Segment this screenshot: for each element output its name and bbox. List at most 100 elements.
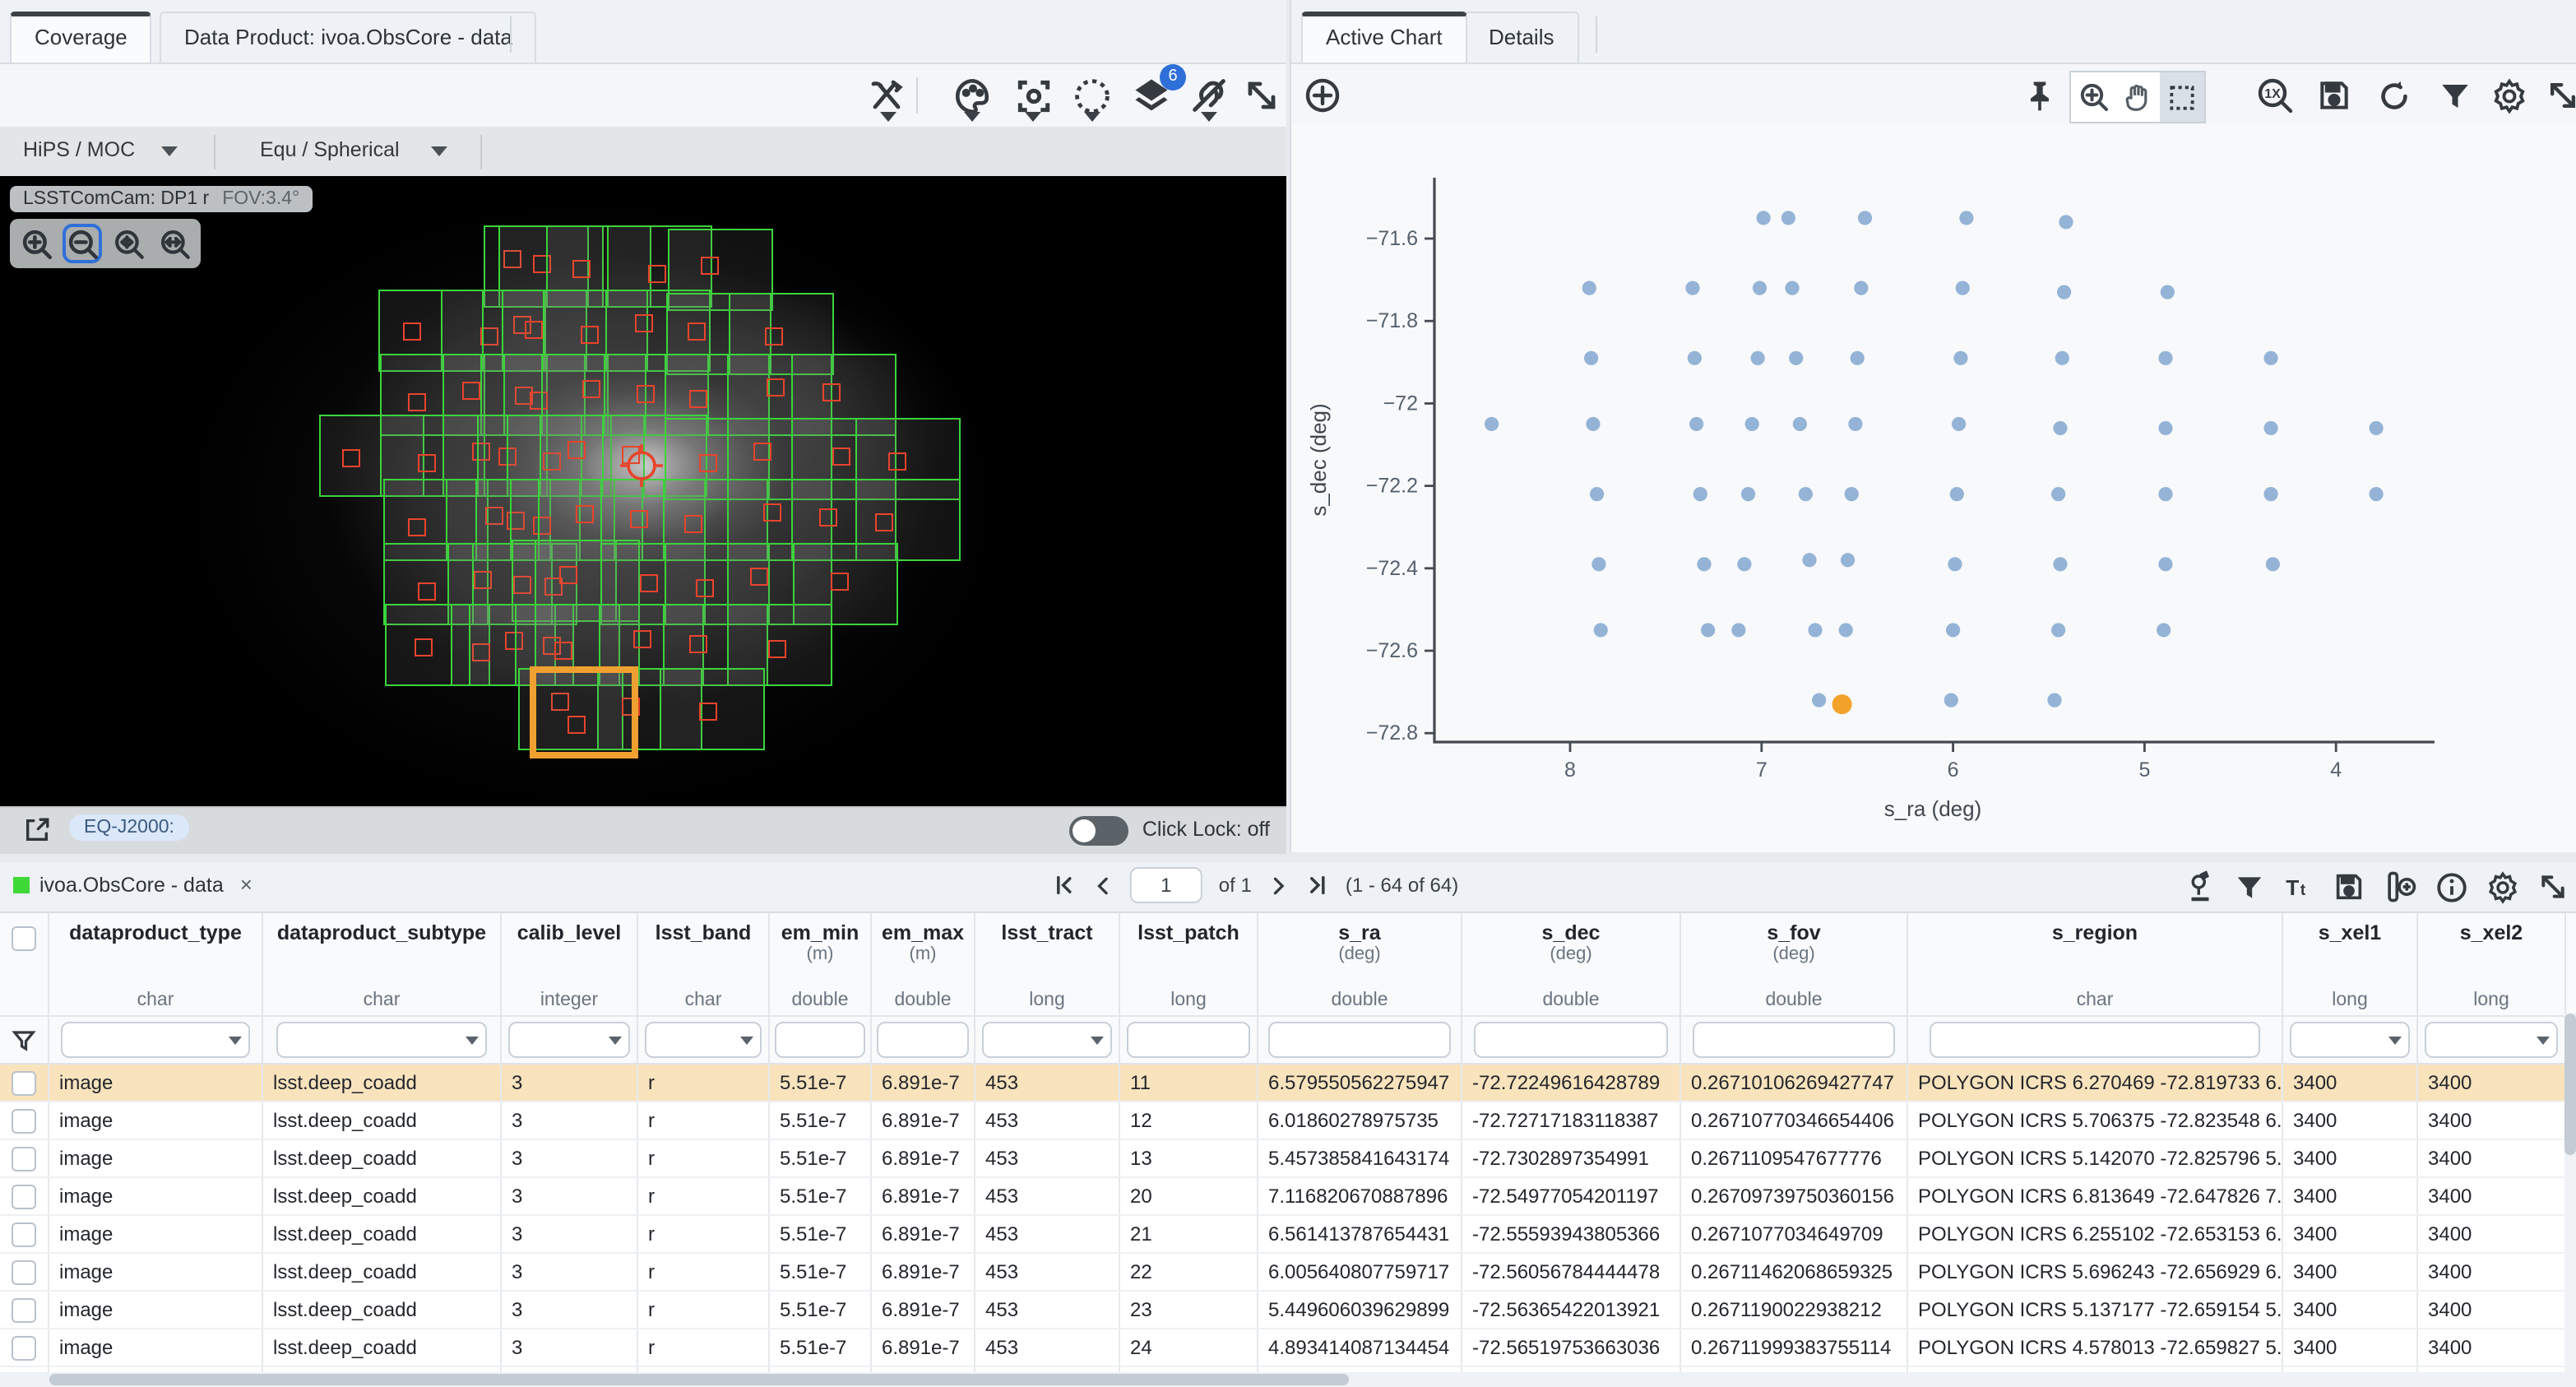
cell-calib_level[interactable]: 3 — [502, 1216, 638, 1252]
filter-lsst_tract[interactable] — [975, 1017, 1120, 1063]
cell-calib_level[interactable]: 3 — [502, 1254, 638, 1290]
cell-lsst_tract[interactable]: 453 — [975, 1065, 1120, 1101]
data-point[interactable] — [1737, 557, 1751, 571]
cell-s_region[interactable]: POLYGON ICRS 6.813649 -72.647826 7.44 — [1908, 1178, 2283, 1214]
data-point[interactable] — [1485, 417, 1499, 431]
filter-dataproduct_subtype[interactable] — [263, 1017, 502, 1063]
tools-icon[interactable] — [865, 74, 908, 117]
cell-lsst_band[interactable]: r — [638, 1065, 770, 1101]
cell-lsst_band[interactable]: r — [638, 1140, 770, 1176]
filter-s_fov[interactable] — [1681, 1017, 1908, 1063]
data-point[interactable] — [1688, 351, 1702, 365]
cell-lsst_tract[interactable]: 453 — [975, 1292, 1120, 1328]
cell-s_xel1[interactable]: 3400 — [2283, 1178, 2418, 1214]
cell-s_xel1[interactable]: 3400 — [2283, 1102, 2418, 1139]
data-point[interactable] — [2051, 487, 2065, 501]
filter-select[interactable] — [2425, 1022, 2558, 1058]
data-point[interactable] — [1848, 417, 1862, 431]
data-point[interactable] — [2047, 694, 2061, 707]
filter-select[interactable] — [276, 1022, 487, 1058]
cell-calib_level[interactable]: 3 — [502, 1102, 638, 1139]
zoom-fill-button[interactable] — [155, 224, 194, 263]
data-point[interactable] — [2158, 557, 2172, 571]
column-header-s_dec[interactable]: s_dec(deg)double — [1462, 913, 1681, 1015]
cell-s_fov[interactable]: 0.26710770346654406 — [1681, 1102, 1908, 1139]
data-point[interactable] — [2263, 351, 2277, 365]
filter-input[interactable] — [774, 1022, 865, 1058]
cell-s_ra[interactable]: 6.579550562275947 — [1258, 1065, 1462, 1101]
unlink-icon[interactable] — [1188, 74, 1230, 117]
row-checkbox-cell[interactable] — [0, 1216, 49, 1252]
data-point[interactable] — [1731, 623, 1745, 637]
table-vertical-scrollbar[interactable] — [2564, 1014, 2576, 1372]
data-point[interactable] — [1594, 623, 1608, 637]
cell-s_fov[interactable]: 0.26710106269427747 — [1681, 1065, 1908, 1101]
table-horizontal-scrollbar[interactable] — [0, 1372, 2576, 1387]
column-header-lsst_patch[interactable]: lsst_patchlong — [1120, 913, 1258, 1015]
cell-lsst_band[interactable]: r — [638, 1254, 770, 1290]
text-view-icon[interactable]: T t — [2282, 870, 2316, 904]
column-header-lsst_band[interactable]: lsst_bandchar — [638, 913, 770, 1015]
cell-s_dec[interactable]: -72.72249616428789 — [1462, 1065, 1681, 1101]
data-point[interactable] — [1582, 281, 1596, 295]
row-checkbox-cell[interactable] — [0, 1292, 49, 1328]
cell-lsst_tract[interactable]: 453 — [975, 1329, 1120, 1366]
checkbox[interactable] — [12, 1336, 36, 1361]
cell-s_dec[interactable]: -72.7302897354991 — [1462, 1140, 1681, 1176]
cell-calib_level[interactable]: 3 — [502, 1065, 638, 1101]
cell-em_max[interactable]: 6.891e-7 — [872, 1216, 975, 1252]
data-point[interactable] — [2263, 421, 2277, 435]
cell-dataproduct_type[interactable]: image — [49, 1140, 263, 1176]
data-point[interactable] — [1789, 351, 1803, 365]
data-point[interactable] — [2369, 421, 2383, 435]
info-icon[interactable] — [2435, 870, 2469, 904]
data-point[interactable] — [2263, 487, 2277, 501]
save-table-icon[interactable] — [2333, 870, 2365, 903]
column-header-em_max[interactable]: em_max(m)double — [872, 913, 975, 1015]
cell-s_ra[interactable]: 7.116820670887896 — [1258, 1178, 1462, 1214]
cell-s_xel1[interactable]: 3400 — [2283, 1292, 2418, 1328]
filter-input[interactable] — [1474, 1022, 1668, 1058]
cell-dataproduct_subtype[interactable]: lsst.deep_coadd — [263, 1216, 502, 1252]
cell-s_dec[interactable]: -72.55593943805366 — [1462, 1216, 1681, 1252]
expand-table-icon[interactable] — [2537, 870, 2569, 903]
cell-s_xel1[interactable]: 3400 — [2283, 1254, 2418, 1290]
cell-s_dec[interactable]: -72.54977054201197 — [1462, 1178, 1681, 1214]
data-point[interactable] — [2051, 623, 2065, 637]
cell-s_fov[interactable]: 0.2671109547677776 — [1681, 1140, 1908, 1176]
add-chart-icon[interactable] — [1301, 74, 1344, 117]
cell-dataproduct_type[interactable]: image — [49, 1178, 263, 1214]
data-point[interactable] — [1685, 281, 1699, 295]
cell-dataproduct_subtype[interactable]: lsst.deep_coadd — [263, 1140, 502, 1176]
cell-s_fov[interactable]: 0.2671190022938212 — [1681, 1292, 1908, 1328]
cell-s_xel1[interactable]: 3400 — [2283, 1140, 2418, 1176]
row-checkbox-cell[interactable] — [0, 1065, 49, 1101]
select-region-icon[interactable] — [1071, 74, 1114, 117]
filter-lsst_patch[interactable] — [1120, 1017, 1258, 1063]
cell-dataproduct_subtype[interactable]: lsst.deep_coadd — [263, 1065, 502, 1101]
filter-select[interactable] — [60, 1022, 250, 1058]
cell-lsst_patch[interactable]: 12 — [1120, 1102, 1258, 1139]
data-point[interactable] — [1745, 417, 1759, 431]
cell-dataproduct_subtype[interactable]: lsst.deep_coadd — [263, 1329, 502, 1366]
filter-s_region[interactable] — [1908, 1017, 2283, 1063]
cell-lsst_band[interactable]: r — [638, 1102, 770, 1139]
table-tab[interactable]: ivoa.ObsCore - data × — [13, 872, 253, 897]
cell-s_region[interactable]: POLYGON ICRS 5.137177 -72.659154 5.77 — [1908, 1292, 2283, 1328]
tab-details[interactable]: Details — [1464, 12, 1579, 63]
filter-s_xel1[interactable] — [2283, 1017, 2418, 1063]
checkbox[interactable] — [12, 1222, 36, 1247]
cell-dataproduct_type[interactable]: image — [49, 1292, 263, 1328]
cell-em_max[interactable]: 6.891e-7 — [872, 1178, 975, 1214]
table-row[interactable]: imagelsst.deep_coadd3r5.51e-76.891e-7453… — [0, 1140, 2576, 1178]
filter-input[interactable] — [1929, 1022, 2261, 1058]
cell-lsst_band[interactable]: r — [638, 1216, 770, 1252]
table-row[interactable]: imagelsst.deep_coadd3r5.51e-76.891e-7453… — [0, 1329, 2576, 1367]
checkbox[interactable] — [12, 1298, 36, 1323]
color-palette-icon[interactable] — [951, 74, 994, 117]
column-header-s_ra[interactable]: s_ra(deg)double — [1258, 913, 1462, 1015]
cell-em_max[interactable]: 6.891e-7 — [872, 1065, 975, 1101]
chart-select-mode-button[interactable] — [2160, 72, 2204, 122]
cell-lsst_tract[interactable]: 453 — [975, 1254, 1120, 1290]
table-row[interactable]: imagelsst.deep_coadd3r5.51e-76.891e-7453… — [0, 1065, 2576, 1102]
